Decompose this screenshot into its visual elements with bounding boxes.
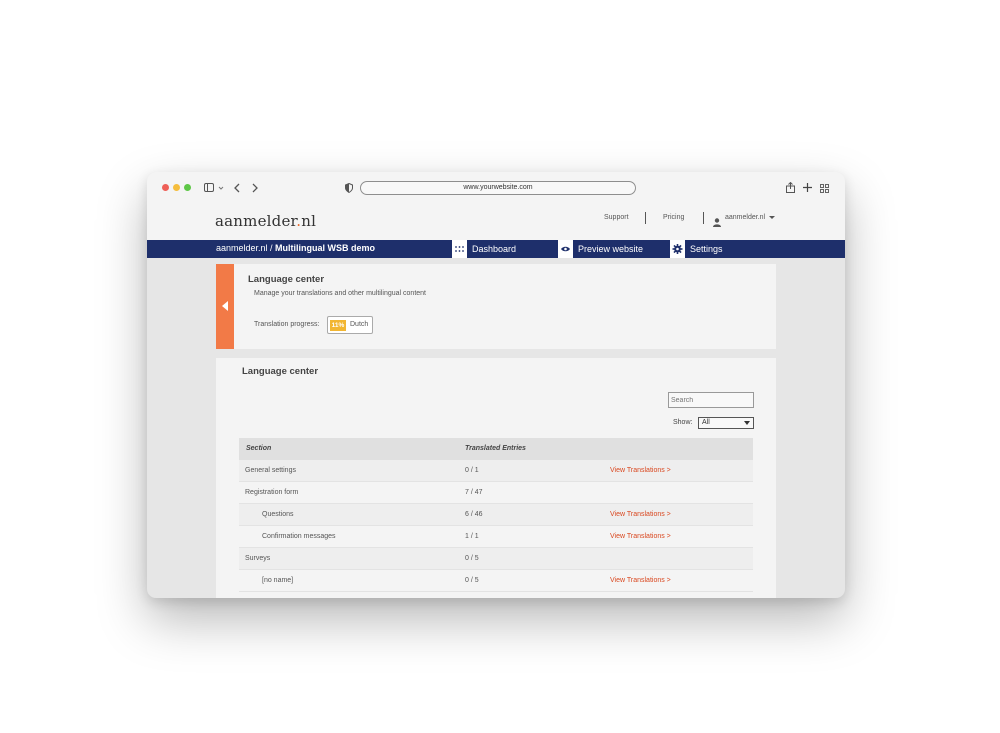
arrow-left-icon [222, 301, 228, 311]
view-translations-link[interactable]: View Translations > [610, 533, 671, 540]
row-translated-entries: 7 / 47 [465, 489, 483, 496]
collapse-toggle[interactable] [216, 264, 234, 349]
nav-preview-website[interactable]: Preview website [558, 240, 643, 258]
row-translated-entries: 0 / 5 [465, 555, 479, 562]
support-link[interactable]: Support [604, 214, 629, 221]
column-header-translated-entries[interactable]: Translated Entries [465, 445, 526, 452]
site-logo[interactable]: aanmelder.nl [215, 212, 316, 230]
breadcrumb: aanmelder.nl / Multilingual WSB demo [216, 243, 376, 253]
row-translated-entries: 6 / 46 [465, 511, 483, 518]
new-tab-icon[interactable] [803, 183, 812, 195]
table-row: [no name] 0 / 5 View Translations > [239, 570, 753, 592]
translation-progress-chip[interactable]: 11% Dutch [327, 316, 373, 334]
eye-icon [558, 240, 573, 258]
browser-toolbar: www.yourwebsite.com [147, 172, 845, 204]
show-filter-label: Show: [673, 419, 693, 426]
user-icon [713, 214, 721, 227]
row-translated-entries: 0 / 1 [465, 467, 479, 474]
translation-progress-label: Translation progress: [254, 321, 320, 328]
table-row: Confirmation messages 1 / 1 View Translati… [239, 526, 753, 548]
back-arrow-icon[interactable] [234, 183, 241, 196]
table-row: Questions 6 / 46 View Translations > [239, 504, 753, 526]
gear-icon [670, 240, 685, 258]
url-bar[interactable]: www.yourwebsite.com [360, 181, 636, 195]
row-translated-entries: 0 / 5 [465, 577, 479, 584]
table-row: General settings 0 / 1 View Translations > [239, 460, 753, 482]
row-section: Confirmation messages [262, 533, 336, 540]
chevron-down-icon[interactable] [218, 184, 224, 194]
browser-window: www.yourwebsite.com aanmelder.nl Support… [147, 172, 845, 598]
panel-title: Language center [242, 366, 319, 377]
progress-percent-badge: 11% [330, 320, 346, 331]
pricing-link[interactable]: Pricing [663, 214, 684, 221]
banner-title: Language center [248, 274, 325, 285]
minimize-window-button[interactable] [173, 184, 180, 191]
site-header: aanmelder.nl Support Pricing aanmelder.n… [147, 204, 845, 240]
table-body: General settings 0 / 1 View Translations >… [239, 460, 753, 592]
sidebar-toggle-icon[interactable] [204, 183, 214, 195]
row-section: Questions [262, 511, 294, 518]
header-divider [645, 212, 646, 224]
row-translated-entries: 1 / 1 [465, 533, 479, 540]
close-window-button[interactable] [162, 184, 169, 191]
chevron-down-icon [744, 421, 750, 425]
language-center-banner: Language center Manage your translations… [216, 264, 776, 349]
maximize-window-button[interactable] [184, 184, 191, 191]
view-translations-link[interactable]: View Translations > [610, 511, 671, 518]
shield-icon [345, 182, 353, 196]
show-filter-select[interactable]: All [698, 417, 754, 429]
tab-overview-icon[interactable] [820, 184, 829, 196]
show-filter-value: All [702, 419, 710, 426]
language-center-panel: Language center Show: All Section Transl… [216, 358, 776, 598]
nav-dashboard[interactable]: Dashboard [452, 240, 516, 258]
account-menu[interactable]: aanmelder.nl [725, 214, 776, 221]
nav-dashboard-label: Dashboard [472, 244, 517, 254]
header-divider [703, 212, 704, 224]
main-navbar: aanmelder.nl / Multilingual WSB demo Das… [147, 240, 845, 258]
table-row: Registration form 7 / 47 [239, 482, 753, 504]
column-header-section[interactable]: Section [246, 445, 271, 452]
progress-language: Dutch [350, 321, 369, 328]
translations-table: Section Translated Entries General setti… [239, 438, 753, 592]
row-section: General settings [245, 467, 296, 474]
view-translations-link[interactable]: View Translations > [610, 467, 671, 474]
nav-preview-label: Preview website [578, 244, 644, 254]
row-section: Surveys [245, 555, 271, 562]
nav-settings-label: Settings [690, 244, 723, 254]
table-header: Section Translated Entries [239, 438, 753, 460]
search-input[interactable] [668, 392, 754, 408]
row-section: Registration form [245, 489, 299, 496]
forward-arrow-icon[interactable] [251, 183, 258, 196]
grid-icon [452, 240, 467, 258]
nav-settings[interactable]: Settings [670, 240, 723, 258]
row-section: [no name] [262, 577, 294, 584]
view-translations-link[interactable]: View Translations > [610, 577, 671, 584]
banner-subtitle: Manage your translations and other multi… [254, 290, 426, 297]
chevron-down-icon [769, 215, 776, 219]
table-row: Surveys 0 / 5 [239, 548, 753, 570]
share-icon[interactable] [786, 181, 795, 196]
